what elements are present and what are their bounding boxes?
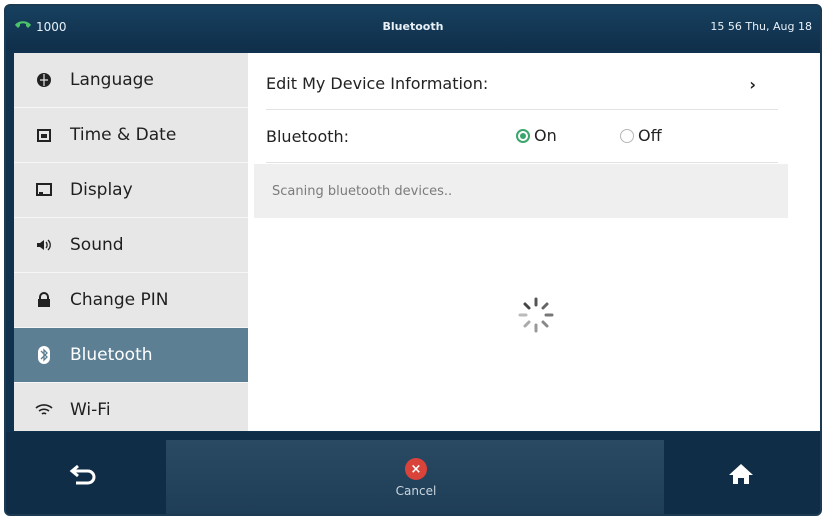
sidebar-item-time-date[interactable]: Time & Date (14, 108, 248, 163)
sidebar-item-change-pin[interactable]: Change PIN (14, 273, 248, 328)
close-icon: × (405, 458, 427, 480)
status-bar: 1000 Bluetooth 15 56 Thu, Aug 18 (6, 6, 820, 50)
sidebar-item-label: Time & Date (70, 125, 177, 145)
bluetooth-toggle-row: Bluetooth: On Off (266, 110, 778, 163)
off-label: Off (638, 126, 662, 145)
edit-device-info-row[interactable]: Edit My Device Information: › (266, 57, 778, 110)
cancel-label: Cancel (395, 484, 437, 498)
softkey-bar: × Cancel (6, 432, 820, 514)
sidebar-item-bluetooth[interactable]: Bluetooth (14, 328, 248, 383)
chevron-right-icon: › (749, 75, 756, 94)
bluetooth-off-radio[interactable]: Off (620, 126, 662, 145)
speaker-icon (30, 238, 58, 252)
back-arrow-icon (68, 464, 98, 492)
wifi-icon (30, 403, 58, 417)
radio-selected-icon (516, 128, 530, 143)
display-icon (30, 183, 58, 197)
globe-icon (30, 72, 58, 88)
home-button[interactable] (728, 462, 754, 486)
edit-device-info-label: Edit My Device Information: (266, 73, 489, 93)
phone-screen: 1000 Bluetooth 15 56 Thu, Aug 18 Languag… (4, 4, 822, 516)
sidebar-item-wifi[interactable]: Wi-Fi (14, 383, 248, 438)
sidebar-item-label: Language (70, 70, 154, 90)
bluetooth-settings-panel: Edit My Device Information: › Bluetooth:… (248, 53, 820, 431)
loading-spinner-icon (514, 293, 558, 337)
cancel-softkey-area: × Cancel (166, 440, 664, 514)
radio-unselected-icon (620, 128, 634, 143)
on-label: On (534, 126, 557, 145)
sidebar-item-label: Display (70, 180, 133, 200)
back-button[interactable] (68, 462, 98, 488)
bluetooth-on-radio[interactable]: On (516, 126, 557, 145)
sidebar-item-label: Change PIN (70, 290, 169, 310)
settings-sidebar: Language Time & Date Display Sound Chang… (14, 53, 248, 438)
home-icon (728, 464, 754, 490)
calendar-icon (30, 127, 58, 143)
scan-status-text: Scaning bluetooth devices.. (272, 183, 453, 199)
sidebar-item-label: Wi-Fi (70, 400, 111, 420)
sidebar-item-sound[interactable]: Sound (14, 218, 248, 273)
sidebar-item-label: Bluetooth (70, 345, 153, 365)
bluetooth-label: Bluetooth: (266, 126, 350, 146)
lock-icon (30, 292, 58, 308)
page-title: Bluetooth (382, 20, 444, 33)
sidebar-item-display[interactable]: Display (14, 163, 248, 218)
scan-status-row: Scaning bluetooth devices.. (254, 164, 788, 218)
bluetooth-icon (30, 346, 58, 364)
cancel-button[interactable]: × Cancel (386, 458, 446, 508)
sidebar-item-language[interactable]: Language (14, 53, 248, 108)
sidebar-item-label: Sound (70, 235, 124, 255)
date-time: 15 56 Thu, Aug 18 (710, 20, 812, 33)
